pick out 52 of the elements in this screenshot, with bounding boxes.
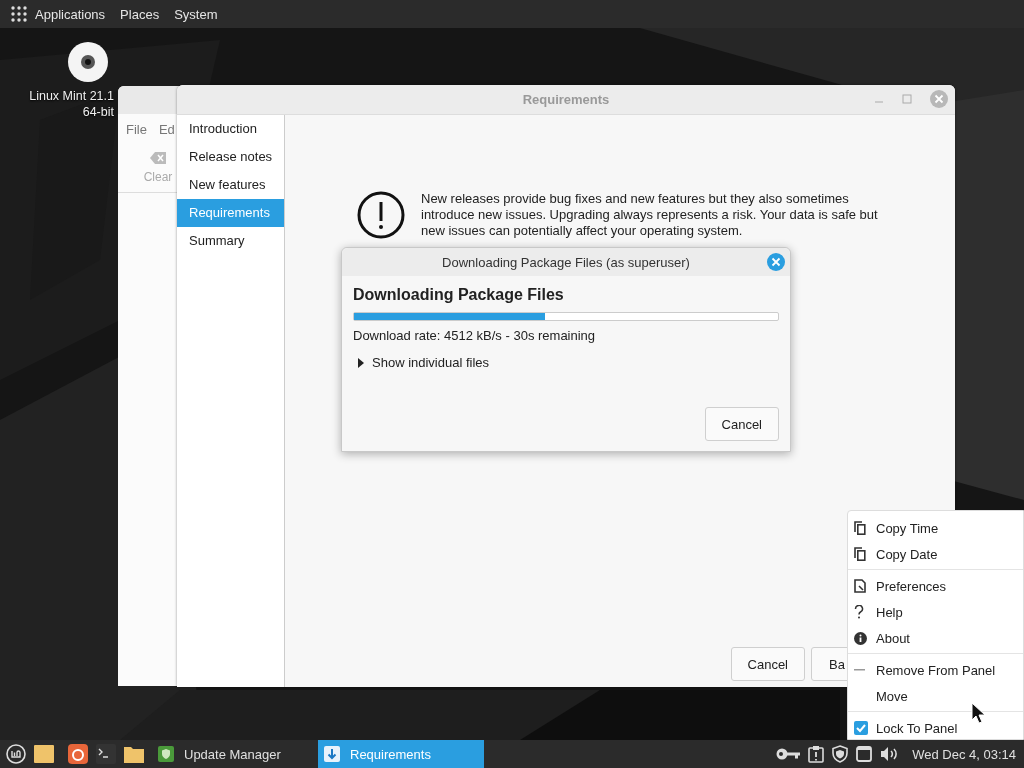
warning-text: New releases provide bug fixes and new features but they also sometimes introduce new issues. Upgrading always represents a risk. Your data is safe but new issues can potentially affect your operating system. [421, 191, 879, 239]
pointer-icon [971, 702, 987, 724]
question-icon [854, 605, 864, 619]
terminal-icon[interactable] [96, 744, 116, 764]
browser-icon[interactable] [68, 744, 88, 764]
desktop-icon-label[interactable]: Linux Mint 21.1 64-bit [18, 88, 114, 120]
footer-button[interactable]: Cancel [730, 647, 805, 681]
dialog-title: Downloading Package Files (as superuser) [442, 254, 690, 270]
copy-icon [854, 521, 866, 535]
triangle-icon [357, 357, 365, 368]
taskbar-button[interactable]: Update Manager [152, 740, 310, 768]
sidebar-item[interactable]: Summary [177, 227, 284, 255]
menu-item[interactable]: Preferences [848, 573, 1023, 599]
checkbox[interactable] [854, 721, 868, 735]
window-icon[interactable] [856, 746, 873, 762]
clock[interactable]: Wed Dec 4, 03:14 [912, 746, 1016, 762]
copy-icon [854, 547, 866, 561]
menu-item[interactable]: About [848, 625, 1023, 651]
close-icon[interactable] [767, 253, 785, 271]
minus-icon [854, 668, 865, 672]
cancel-button[interactable]: Cancel [704, 407, 779, 441]
panel-menu[interactable]: Places [120, 6, 160, 22]
menu-item[interactable]: Help [848, 599, 1023, 625]
warning-icon [357, 191, 405, 239]
expander-label[interactable]: Show individual files [372, 355, 490, 370]
menu-item[interactable]: Lock To Panel [848, 715, 1023, 741]
sidebar-item[interactable]: Introduction [177, 115, 284, 143]
dialog-heading: Downloading Package Files [353, 286, 565, 304]
shield-icon[interactable] [832, 745, 849, 763]
download-status: Download rate: 4512 kB/s - 30s remaining [353, 328, 597, 343]
sidebar-item[interactable]: Release notes [177, 143, 284, 171]
sidebar-item[interactable]: New features [177, 171, 284, 199]
menu-item[interactable]: Ed [158, 122, 175, 144]
window-title: Requirements [522, 92, 610, 107]
menu-item[interactable]: Copy Date [848, 541, 1023, 567]
folder-icon[interactable] [124, 745, 144, 763]
panel-menu[interactable]: Applications [35, 6, 106, 22]
clipboard-icon[interactable] [808, 745, 825, 763]
menu-item[interactable]: Move [848, 683, 1023, 709]
menu-item[interactable]: Remove From Panel [848, 657, 1023, 683]
expander[interactable]: Show individual files [357, 355, 779, 370]
menu-item[interactable]: File [126, 122, 147, 144]
panel-menu[interactable]: System [174, 6, 218, 22]
logo-icon[interactable] [6, 744, 26, 764]
app-grid-icon[interactable] [11, 6, 27, 22]
document-icon [854, 579, 866, 593]
download-icon [324, 746, 340, 762]
info-icon [854, 631, 867, 645]
key-icon[interactable] [776, 748, 801, 760]
disc-icon[interactable] [68, 42, 108, 82]
shield-icon [158, 746, 174, 762]
menu-item[interactable]: Copy Time [848, 515, 1023, 541]
